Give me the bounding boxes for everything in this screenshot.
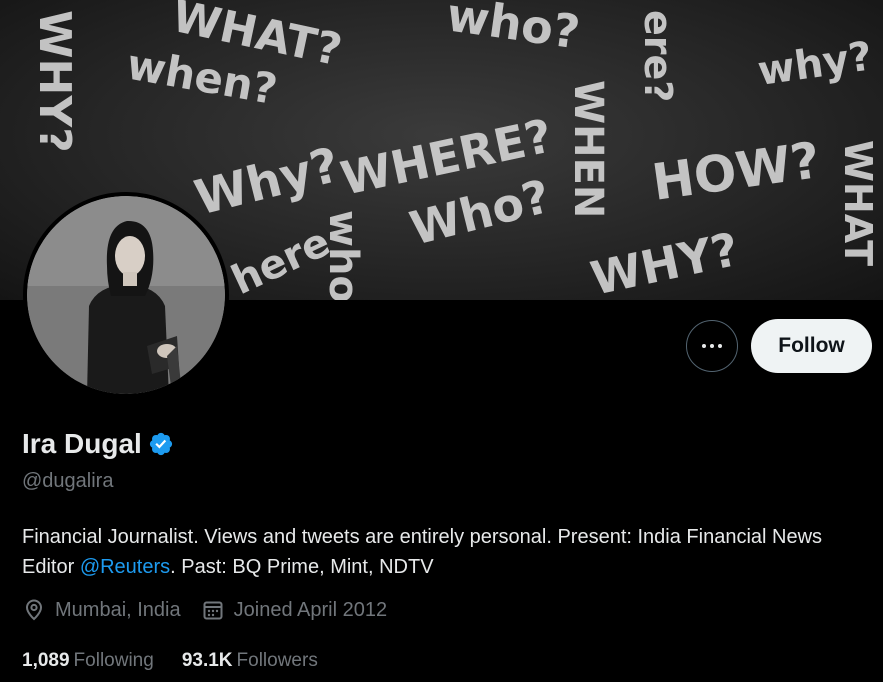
- profile-name: Ira Dugal: [22, 428, 142, 459]
- following-link[interactable]: 1,089 Following: [22, 650, 154, 672]
- banner-word: who: [320, 210, 366, 300]
- bio-mention-link[interactable]: @Reuters: [80, 556, 170, 578]
- location-text: Mumbai, India: [55, 598, 181, 621]
- banner-word: HOW?: [649, 131, 824, 212]
- profile-handle: @dugalira: [22, 470, 114, 492]
- calendar-icon: [203, 601, 223, 620]
- profile-bio: Financial Journalist. Views and tweets a…: [22, 522, 872, 582]
- more-dot: [718, 344, 722, 348]
- followers-link[interactable]: 93.1K Followers: [182, 650, 318, 672]
- avatar-photo: [27, 196, 225, 394]
- more-dot: [710, 344, 714, 348]
- follow-stats: 1,089 Following 93.1K Followers: [22, 650, 346, 672]
- joined-text: Joined April 2012: [233, 598, 388, 621]
- banner-word: WHY?: [586, 222, 743, 300]
- banner-word: WHEN: [565, 80, 611, 218]
- location-pin-icon: [25, 599, 43, 621]
- person-photo-icon: [27, 196, 225, 394]
- followers-label: Followers: [236, 650, 318, 671]
- followers-count: 93.1K: [181, 650, 233, 671]
- more-options-button[interactable]: [686, 320, 738, 372]
- following-count: 1,089: [22, 650, 70, 671]
- verified-badge-icon[interactable]: [148, 431, 174, 457]
- banner-word: WHY?: [29, 10, 80, 153]
- banner-word: who?: [443, 0, 583, 59]
- joined-item: Joined April 2012: [201, 598, 387, 622]
- profile-meta: Mumbai, India Joined April 2012: [22, 598, 407, 622]
- banner-word: why?: [755, 33, 875, 95]
- following-label: Following: [73, 650, 154, 671]
- follow-button[interactable]: Follow: [751, 319, 872, 373]
- more-horizontal-icon: [702, 344, 706, 348]
- avatar[interactable]: [23, 192, 229, 398]
- profile-name-row: Ira Dugal: [22, 428, 174, 460]
- banner-word: WHAT: [836, 140, 880, 266]
- location-item: Mumbai, India: [22, 598, 181, 622]
- bio-text: . Past: BQ Prime, Mint, NDTV: [170, 556, 434, 578]
- banner-word: ere?: [636, 10, 680, 102]
